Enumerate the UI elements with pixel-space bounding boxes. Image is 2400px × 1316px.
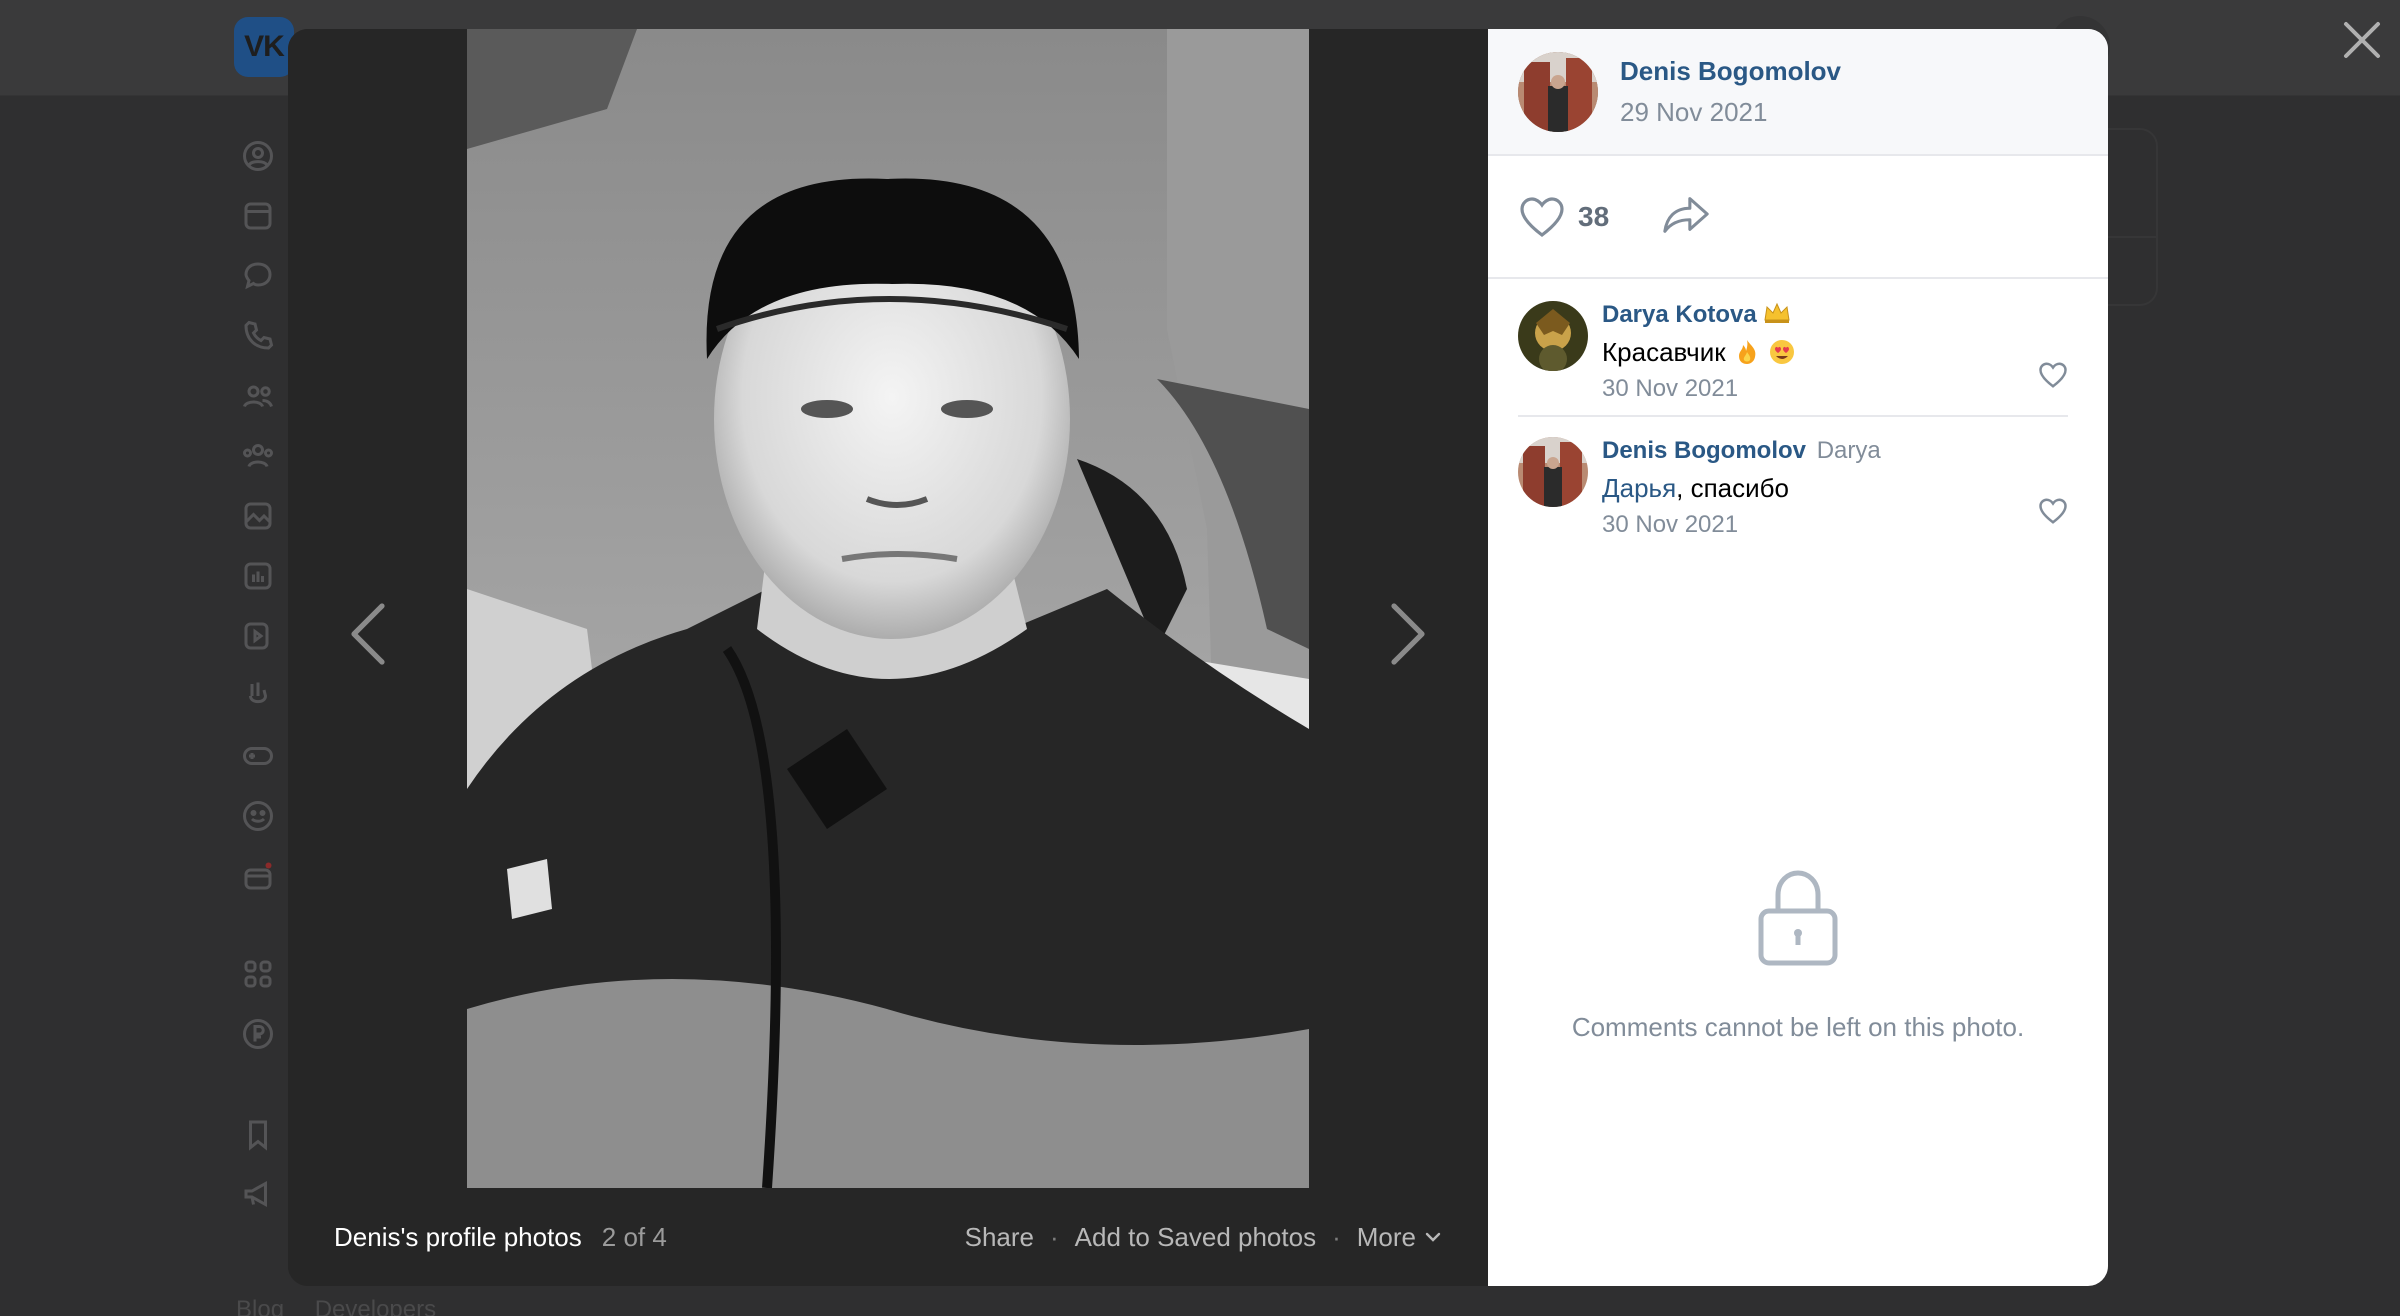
comment-item: Darya Kotova Красавчик 30 Nov 2021	[1488, 279, 2108, 403]
friends-icon	[240, 378, 276, 414]
chevron-down-icon	[1425, 1232, 1441, 1242]
photo-viewer: Denis's profile photos 2 of 4 Share · Ad…	[288, 29, 2108, 1286]
comment-text-content: Красавчик	[1602, 337, 1726, 367]
comment-heart-icon[interactable]	[2038, 497, 2068, 525]
photo-side-panel: Denis Bogomolov 29 Nov 2021 38 Darya Kot…	[1488, 29, 2108, 1286]
photo-actions: Share · Add to Saved photos · More	[965, 1222, 1442, 1253]
commenter-avatar[interactable]	[1518, 437, 1588, 507]
profile-photo[interactable]	[467, 29, 1309, 1188]
stickers-icon	[240, 798, 276, 834]
calls-icon	[240, 318, 276, 354]
comment-text: Красавчик	[1602, 337, 2068, 367]
gifts-icon	[240, 858, 276, 894]
close-icon[interactable]	[2340, 18, 2384, 62]
reply-to-link[interactable]: Darya	[1817, 437, 1881, 464]
author-name-link[interactable]: Denis Bogomolov	[1620, 56, 1841, 87]
comment-heart-icon[interactable]	[2038, 361, 2068, 389]
comment-item: Denis Bogomolov Darya Дарья, спасибо 30 …	[1488, 417, 2108, 539]
photos-icon	[240, 498, 276, 534]
commenter-avatar[interactable]	[1518, 301, 1588, 371]
author-avatar[interactable]	[1518, 51, 1598, 132]
commenter-name: Denis Bogomolov Darya	[1602, 437, 2068, 465]
news-icon	[240, 198, 276, 234]
ads-icon	[240, 1176, 276, 1212]
photo-position-counter: 2 of 4	[601, 1221, 667, 1252]
payments-icon	[240, 1016, 276, 1052]
commenter-name-link[interactable]: Darya Kotova	[1602, 301, 1757, 328]
mention-link[interactable]: Дарья	[1602, 473, 1676, 503]
footer-link-developers: Developers	[314, 1296, 437, 1316]
like-count: 38	[1578, 200, 1610, 232]
commenter-name: Darya Kotova	[1602, 301, 2068, 329]
games-icon	[240, 738, 276, 774]
vk-logo: VK	[234, 17, 294, 77]
background-footer: Blog Developers	[236, 1296, 460, 1316]
communities-icon	[240, 438, 276, 474]
previous-photo-arrow-icon[interactable]	[338, 589, 398, 679]
like-button[interactable]: 38	[1518, 195, 1609, 239]
footer-link-blog: Blog	[236, 1296, 285, 1316]
comment-date-link[interactable]: 30 Nov 2021	[1602, 511, 2068, 539]
commenter-name-link[interactable]: Denis Bogomolov	[1602, 437, 1806, 464]
services-icon	[240, 956, 276, 992]
comment-date-link[interactable]: 30 Nov 2021	[1602, 375, 2068, 403]
crown-icon	[1764, 302, 1790, 323]
heart-icon	[1520, 196, 1564, 237]
author-header: Denis Bogomolov 29 Nov 2021	[1488, 29, 2108, 156]
lock-icon	[1758, 870, 1838, 966]
fire-emoji-icon	[1738, 340, 1756, 364]
action-separator: ·	[1050, 1221, 1059, 1252]
clips-icon	[240, 678, 276, 714]
add-to-saved-link[interactable]: Add to Saved photos	[1075, 1222, 1316, 1253]
share-arrow-icon	[1663, 197, 1709, 233]
action-separator: ·	[1332, 1221, 1341, 1252]
comment-text: Дарья, спасибо	[1602, 473, 2068, 503]
photo-bottom-bar: Denis's profile photos 2 of 4 Share · Ad…	[288, 1188, 1488, 1286]
reactions-row: 38	[1488, 156, 2108, 279]
video-icon	[240, 618, 276, 654]
more-menu-button[interactable]: More	[1357, 1222, 1442, 1253]
comments-locked-notice: Comments cannot be left on this photo.	[1488, 867, 2108, 1043]
photo-area: Denis's profile photos 2 of 4 Share · Ad…	[288, 29, 1488, 1286]
post-date[interactable]: 29 Nov 2021	[1620, 97, 1841, 128]
comment-text-content: , спасибо	[1676, 473, 1790, 503]
profile-icon	[240, 138, 276, 174]
more-label: More	[1356, 1221, 1416, 1252]
messages-icon	[240, 258, 276, 294]
next-photo-arrow-icon[interactable]	[1378, 589, 1438, 679]
heart-eyes-emoji-icon	[1770, 340, 1795, 364]
comments-locked-text: Comments cannot be left on this photo.	[1571, 1012, 2025, 1042]
album-title-link[interactable]: Denis's profile photos	[334, 1222, 582, 1253]
bookmarks-icon	[240, 1116, 276, 1152]
music-icon	[240, 558, 276, 594]
share-link[interactable]: Share	[965, 1222, 1034, 1253]
share-button[interactable]	[1661, 194, 1711, 239]
